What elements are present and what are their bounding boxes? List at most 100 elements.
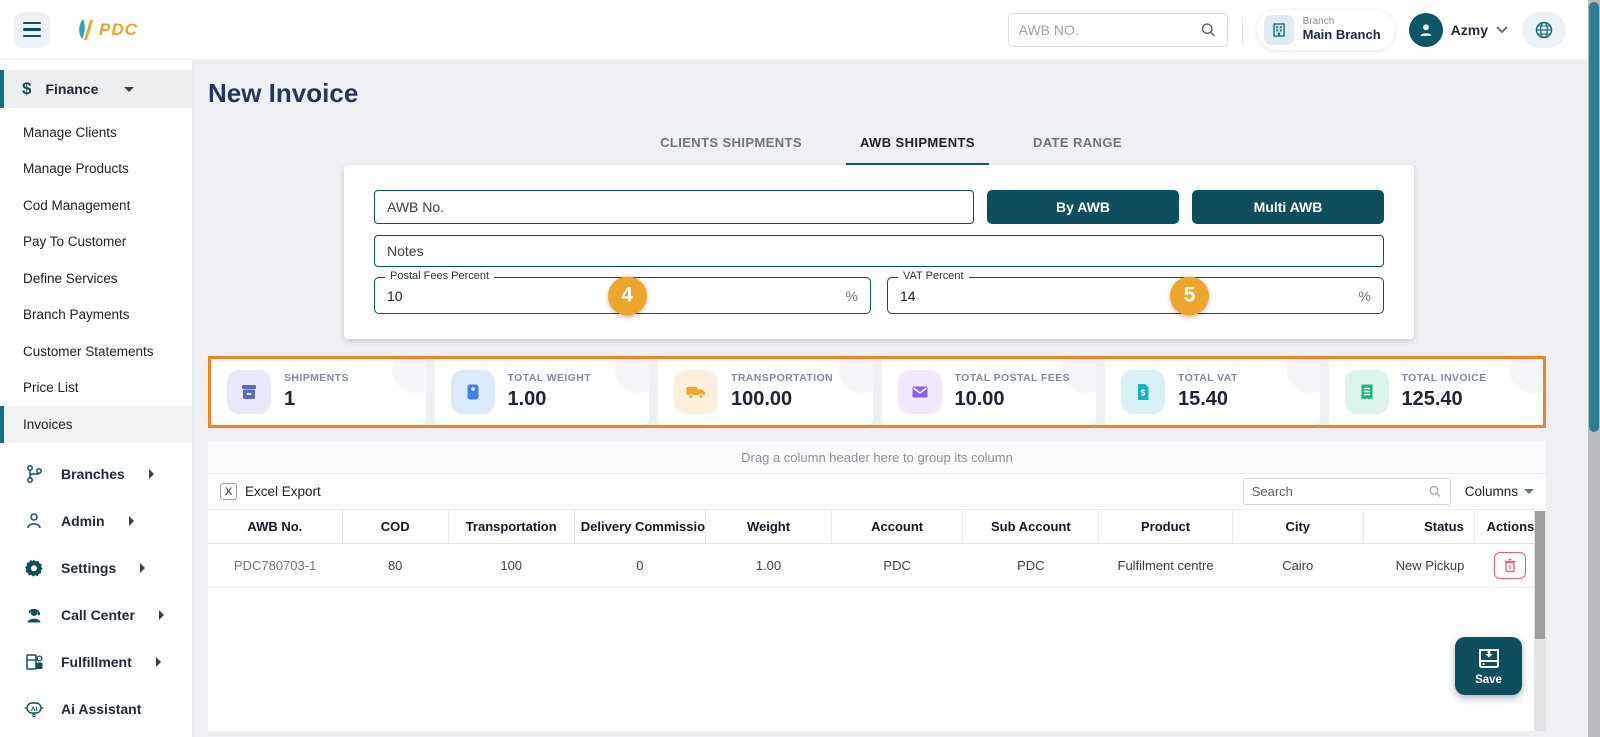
excel-export-button[interactable]: X Excel Export [220, 483, 321, 500]
vat-percent-input[interactable] [900, 287, 1359, 304]
column-chooser-button[interactable]: Columns [1465, 484, 1534, 499]
col-header-awb-no[interactable]: AWB No. [208, 510, 343, 544]
finance-label: Finance [45, 81, 99, 97]
sidebar-item-fulfillment[interactable]: Fulfillment [0, 639, 192, 686]
cell-account: PDC [831, 543, 963, 588]
grid-search-input[interactable] [1251, 484, 1428, 499]
multi-awb-button[interactable]: Multi AWB [1192, 190, 1384, 224]
grid-toolbar: X Excel Export Columns [208, 474, 1546, 510]
tab-date-range[interactable]: DATE RANGE [1019, 135, 1136, 165]
stat-card-total-invoice: TOTAL INVOICE 125.40 [1328, 359, 1543, 425]
page-vertical-scrollbar[interactable] [1588, 0, 1600, 737]
col-header-product[interactable]: Product [1098, 510, 1233, 544]
language-globe-icon[interactable] [1522, 11, 1566, 48]
col-header-delivery-commission[interactable]: Delivery Commission [573, 510, 706, 544]
branch-name: Main Branch [1302, 26, 1381, 42]
sidebar-item-define-services[interactable]: Define Services [0, 260, 192, 297]
col-header-transportation[interactable]: Transportation [447, 510, 575, 544]
logo-leaf-icon [79, 18, 93, 40]
stat-value: 125.40 [1401, 387, 1463, 410]
stat-value: 1.00 [507, 387, 547, 410]
by-awb-button[interactable]: By AWB [987, 190, 1179, 224]
sidebar-section-finance[interactable]: $ Finance [0, 70, 192, 108]
sidebar-item-manage-clients[interactable]: Manage Clients [0, 114, 192, 151]
fulfillment-boxes-icon [23, 652, 45, 672]
finance-submenu: Manage Clients Manage Products Cod Manag… [0, 114, 192, 443]
sidebar-item-admin[interactable]: Admin [0, 498, 192, 545]
col-header-weight[interactable]: Weight [704, 510, 832, 544]
shipments-table: AWB No. COD Transportation Delivery Comm… [208, 510, 1546, 588]
cell-delivery-commission: 0 [574, 543, 706, 588]
cell-cod: 80 [342, 543, 449, 588]
tab-awb-shipments[interactable]: AWB SHIPMENTS [845, 135, 989, 165]
stat-value: 10.00 [954, 387, 1005, 410]
col-header-account[interactable]: Account [831, 510, 963, 544]
table-vertical-scrollbar[interactable] [1534, 511, 1546, 731]
postal-fees-percent-label: Postal Fees Percent [385, 270, 495, 282]
sidebar-item-branch-payments[interactable]: Branch Payments [0, 297, 192, 334]
sidebar-item-branches[interactable]: Branches [0, 451, 192, 498]
stat-card-shipments: SHIPMENTS 1 [211, 359, 426, 425]
table-header-row: AWB No. COD Transportation Delivery Comm… [208, 510, 1546, 544]
invoice-receipt-icon [1344, 370, 1389, 414]
awb-search-box[interactable] [1007, 12, 1228, 47]
hamburger-menu-icon[interactable] [14, 11, 50, 48]
shipments-box-icon [227, 370, 271, 414]
save-icon [1478, 648, 1499, 668]
chevron-right-icon [155, 657, 161, 667]
weight-icon [450, 370, 495, 414]
vat-percent-label: VAT Percent [898, 270, 969, 282]
page-title: New Invoice [208, 78, 359, 108]
finance-dollar-icon: $ [22, 79, 32, 98]
svg-text:$: $ [1141, 389, 1146, 398]
sidebar-item-ai-assistant[interactable]: AI Ai Assistant [0, 686, 192, 733]
cell-status: New Pickup [1363, 543, 1475, 588]
stat-value: 15.40 [1178, 387, 1229, 410]
percent-suffix: % [1358, 287, 1371, 304]
header-divider [1241, 16, 1243, 43]
col-header-sub-account[interactable]: Sub Account [962, 510, 1099, 544]
chevron-right-icon [148, 469, 154, 479]
building-icon [1263, 14, 1294, 45]
col-header-city[interactable]: City [1231, 510, 1364, 544]
col-header-cod[interactable]: COD [341, 510, 449, 544]
sidebar-item-price-list[interactable]: Price List [0, 370, 192, 407]
cell-awb-no: PDC780703-1 [208, 543, 343, 588]
sidebar-item-settings[interactable]: Settings [0, 545, 192, 592]
sidebar-groups: Branches Admin Settings Call Center Fulf… [0, 451, 192, 733]
main-content: New Invoice CLIENTS SHIPMENTS AWB SHIPME… [194, 60, 1588, 737]
user-menu[interactable]: Azmy [1408, 12, 1508, 47]
tab-clients-shipments[interactable]: CLIENTS SHIPMENTS [646, 135, 816, 165]
user-avatar-icon [1408, 12, 1443, 47]
sidebar-item-customer-statements[interactable]: Customer Statements [0, 333, 192, 370]
delete-row-button[interactable] [1494, 551, 1527, 579]
notes-input[interactable] [374, 235, 1384, 267]
sidebar-item-call-center[interactable]: Call Center [0, 592, 192, 639]
sidebar-item-manage-products[interactable]: Manage Products [0, 151, 192, 188]
percent-suffix: % [845, 287, 858, 304]
truck-icon [674, 370, 718, 414]
excel-icon: X [220, 483, 237, 500]
sidebar: $ Finance Manage Clients Manage Products… [0, 60, 193, 737]
group-panel[interactable]: Drag a column header here to group its c… [208, 441, 1546, 474]
save-button[interactable]: Save [1455, 637, 1522, 695]
col-header-status[interactable]: Status [1362, 510, 1475, 544]
logo-text: PDC [99, 19, 138, 39]
chevron-right-icon [128, 516, 134, 526]
sidebar-item-pay-to-customer[interactable]: Pay To Customer [0, 224, 192, 261]
branch-selector[interactable]: Branch Main Branch [1256, 9, 1395, 50]
search-icon [1429, 486, 1441, 497]
awb-no-input[interactable] [374, 190, 974, 224]
postal-fees-percent-field: Postal Fees Percent % 4 [374, 270, 871, 315]
stat-value: 100.00 [731, 387, 793, 410]
cell-sub-account: PDC [962, 543, 1099, 588]
stat-card-total-vat: $ TOTAL VAT 15.40 [1105, 359, 1320, 425]
sidebar-item-cod-management[interactable]: Cod Management [0, 187, 192, 224]
pdc-logo: PDC [74, 17, 138, 43]
cell-weight: 1.00 [705, 543, 832, 588]
sidebar-item-invoices[interactable]: Invoices [0, 406, 192, 443]
awb-search-input[interactable] [1018, 21, 1200, 38]
caret-down-icon [124, 86, 135, 92]
grid-search-box[interactable] [1242, 478, 1451, 505]
ai-assistant-icon: AI [23, 698, 45, 720]
